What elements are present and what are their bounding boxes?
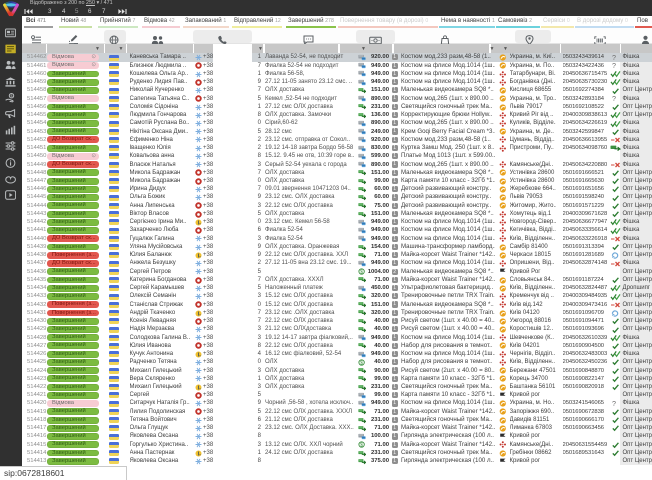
svg-text:$: $ <box>360 360 363 366</box>
svg-text:$: $ <box>360 443 363 449</box>
svg-text:$: $ <box>360 270 363 276</box>
